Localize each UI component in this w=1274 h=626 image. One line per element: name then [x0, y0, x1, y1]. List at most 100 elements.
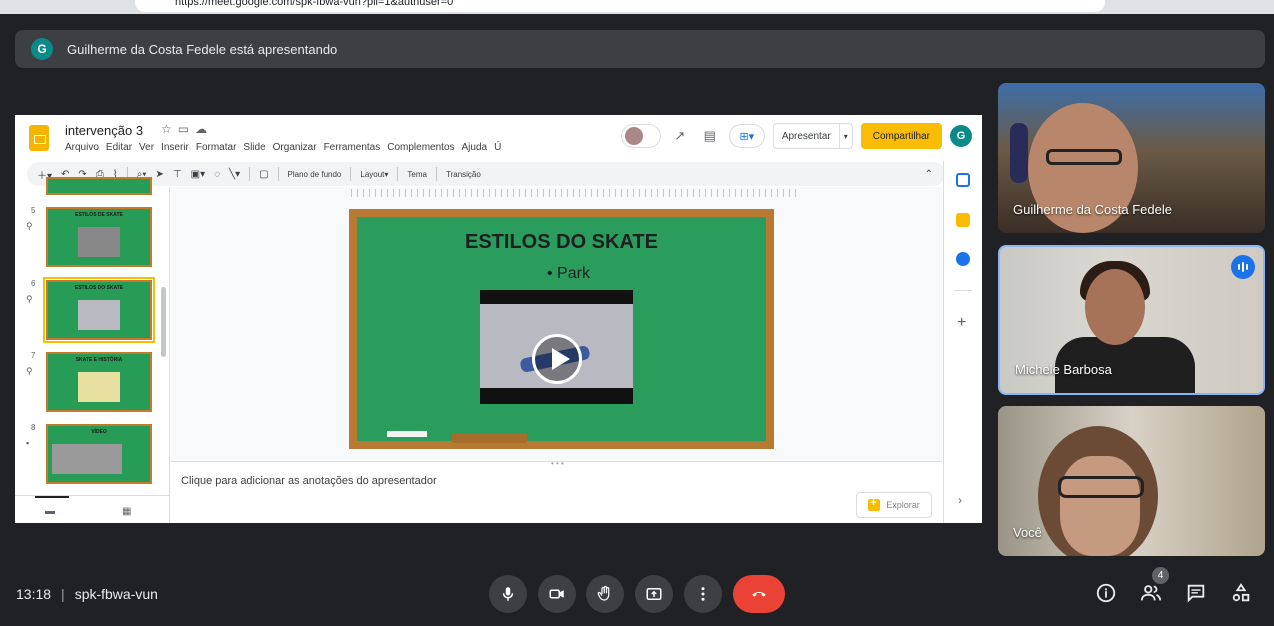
collapse-toolbar-icon[interactable]: ⌃ — [925, 169, 933, 180]
keep-icon[interactable] — [956, 213, 970, 227]
notes-placeholder: Clique para adicionar as anotações do ap… — [181, 475, 437, 487]
meeting-details-button[interactable] — [1093, 580, 1119, 606]
chat-button[interactable] — [1183, 580, 1209, 606]
thumbnail-image — [78, 227, 120, 257]
menu-complementos[interactable]: Complementos — [387, 142, 454, 153]
title-icons: ☆▭☁ — [161, 122, 213, 136]
menu-inserir[interactable]: Inserir — [161, 142, 189, 153]
toolbar-divider — [397, 167, 399, 181]
present-button[interactable]: Apresentar ▾ — [772, 123, 853, 149]
menu-formatar[interactable]: Formatar — [196, 142, 237, 153]
toolbar-divider — [435, 167, 437, 181]
thumbnail-image — [78, 300, 120, 330]
menu-slide[interactable]: Slide — [243, 142, 265, 153]
info-icon — [1096, 583, 1116, 603]
people-button[interactable] — [1138, 580, 1164, 606]
hang-up-icon — [752, 591, 766, 597]
slide-thumbnail-selected[interactable]: ESTILOS DO SKATE — [43, 277, 155, 343]
active-view-indicator — [35, 496, 69, 498]
slides-logo-icon — [29, 125, 49, 151]
toolbar-divider — [277, 167, 279, 181]
participant-video — [1085, 269, 1145, 345]
present-screen-icon — [646, 588, 662, 600]
comment-icon: ▪ — [26, 438, 30, 448]
grid-view-icon[interactable]: ▦ — [122, 506, 131, 517]
menu-arquivo[interactable]: Arquivo — [65, 142, 99, 153]
meeting-code: spk-fbwa-vun — [74, 586, 158, 602]
comments-icon[interactable]: ▤ — [699, 125, 721, 147]
folder-move-icon[interactable]: ▭ — [178, 122, 195, 136]
browser-tab-strip: https://meet.google.com/spk-fbwa-vun?pli… — [0, 0, 1274, 14]
self-tile[interactable]: Você — [998, 406, 1265, 556]
calendar-icon[interactable] — [956, 173, 970, 187]
slide-thumbnail[interactable]: SKATE E HISTÓRIA — [46, 352, 152, 412]
activities-button[interactable] — [1228, 580, 1254, 606]
background-button[interactable]: Plano de fundo — [288, 170, 342, 179]
filmstrip-view-icon[interactable]: ▬ — [45, 506, 55, 517]
doc-title[interactable]: intervenção 3 — [65, 123, 143, 138]
menu-ver[interactable]: Ver — [139, 142, 154, 153]
collaborator-avatars[interactable] — [620, 124, 661, 148]
menu-organizar[interactable]: Organizar — [273, 142, 317, 153]
activity-trend-icon[interactable]: ↗ — [669, 125, 691, 147]
notes-resize-handle[interactable]: • • • — [551, 459, 564, 468]
shape-icon[interactable]: ◌ — [214, 169, 220, 180]
explore-button[interactable]: Explorar — [856, 492, 932, 518]
theme-button[interactable]: Tema — [407, 170, 427, 179]
participant-tile-active-speaker[interactable]: Michele Barbosa — [998, 245, 1265, 395]
share-button[interactable]: Compartilhar — [860, 123, 942, 149]
embedded-video[interactable] — [480, 290, 633, 404]
present-label: Apresentar — [781, 130, 831, 142]
participant-tile[interactable]: Guilherme da Costa Fedele — [998, 83, 1265, 233]
tasks-icon[interactable] — [956, 252, 970, 266]
clock-time: 13:18 — [16, 586, 52, 602]
link-icon: ⚲ — [26, 366, 33, 376]
expand-panel-icon[interactable]: › — [958, 493, 962, 507]
slide-thumbnail[interactable]: ESTILOS DE SKATE — [46, 207, 152, 267]
thumbnail-number: 5 — [31, 206, 36, 215]
more-vert-icon — [701, 587, 705, 601]
textbox-icon[interactable]: ⊤ — [173, 169, 182, 180]
people-icon — [1140, 585, 1162, 601]
filmstrip-view-switcher: ▬ ▦ — [15, 495, 170, 523]
microphone-button[interactable] — [489, 575, 527, 613]
menu-ferramentas[interactable]: Ferramentas — [324, 142, 381, 153]
hand-icon — [597, 585, 610, 601]
side-apps-panel: + › — [943, 161, 982, 523]
comment-add-icon[interactable]: ▢ — [259, 169, 268, 180]
thumbnail-title: VÍDEO — [91, 429, 107, 435]
layout-button[interactable]: Layout▾ — [360, 170, 388, 179]
more-options-button[interactable] — [684, 575, 722, 613]
address-bar[interactable]: https://meet.google.com/spk-fbwa-vun?pli… — [135, 0, 1105, 12]
present-dropdown-icon[interactable]: ▾ — [838, 124, 852, 148]
add-addon-icon[interactable]: + — [957, 314, 966, 332]
menu-bar: Arquivo Editar Ver Inserir Formatar Slid… — [65, 142, 501, 153]
presenter-avatar: G — [31, 38, 53, 60]
explore-label: Explorar — [886, 500, 920, 510]
toolbar-divider — [350, 167, 352, 181]
meeting-info: 13:18 | spk-fbwa-vun — [16, 586, 158, 602]
account-avatar[interactable]: G — [950, 125, 972, 147]
shared-screen: intervenção 3 ☆▭☁ Arquivo Editar Ver Ins… — [15, 115, 982, 523]
thumbnail-image — [52, 444, 122, 474]
menu-editar[interactable]: Editar — [106, 142, 132, 153]
menu-last-edit[interactable]: Ú — [494, 142, 501, 153]
select-icon[interactable]: ➤ — [156, 169, 164, 180]
current-slide[interactable]: ESTILOS DO SKATE • Park — [349, 209, 774, 449]
star-icon[interactable]: ☆ — [161, 122, 178, 136]
slide-bullet: • Park — [547, 265, 590, 282]
menu-ajuda[interactable]: Ajuda — [462, 142, 488, 153]
speaker-notes[interactable]: • • • Clique para adicionar as anotações… — [171, 459, 942, 523]
meet-present-button[interactable]: ⊞▾ — [728, 124, 765, 148]
line-icon[interactable]: ╲▾ — [229, 169, 240, 180]
filmstrip-scrollbar[interactable] — [161, 287, 166, 357]
transition-button[interactable]: Transição — [446, 170, 481, 179]
present-now-button[interactable] — [635, 575, 673, 613]
slide-thumbnail[interactable] — [46, 177, 152, 195]
play-icon[interactable] — [532, 334, 582, 384]
slide-thumbnail[interactable]: VÍDEO — [46, 424, 152, 484]
image-icon[interactable]: ▣▾ — [191, 169, 205, 180]
raise-hand-button[interactable] — [586, 575, 624, 613]
camera-button[interactable] — [538, 575, 576, 613]
end-call-button[interactable] — [733, 575, 785, 613]
